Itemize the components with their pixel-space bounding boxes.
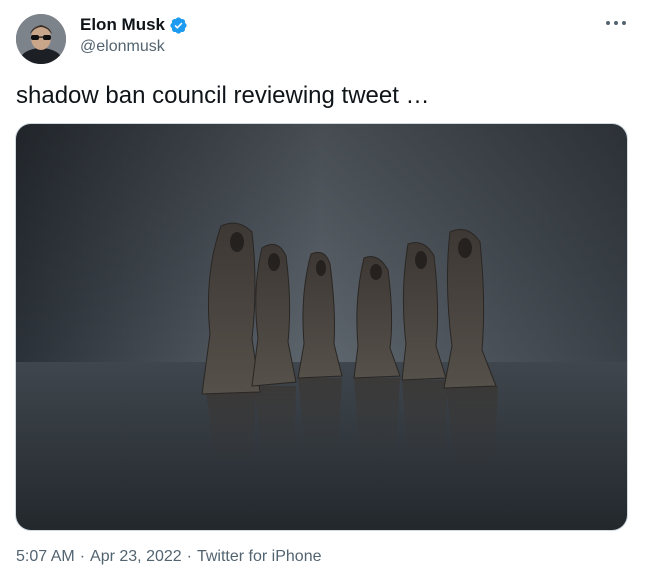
user-handle[interactable]: @elonmusk <box>80 38 188 56</box>
dot <box>606 21 610 25</box>
tweet-date[interactable]: Apr 23, 2022 <box>90 548 182 565</box>
avatar-image <box>16 14 66 64</box>
tweet-source[interactable]: Twitter for iPhone <box>197 548 322 565</box>
tweet-card: Elon Musk @elonmusk shadow ban council r… <box>0 0 648 572</box>
name-row: Elon Musk <box>80 14 188 36</box>
verified-badge-icon <box>169 16 188 35</box>
dot <box>614 21 618 25</box>
author-info: Elon Musk @elonmusk <box>80 14 188 56</box>
more-options-icon[interactable] <box>606 16 626 30</box>
separator: · <box>186 548 192 565</box>
tweet-time[interactable]: 5:07 AM <box>16 548 75 565</box>
display-name[interactable]: Elon Musk <box>80 15 165 35</box>
tweet-metadata: 5:07 AM · Apr 23, 2022 · Twitter for iPhone <box>16 548 321 566</box>
tweet-text: shadow ban council reviewing tweet … <box>16 82 430 109</box>
avatar[interactable] <box>16 14 66 64</box>
hooded-figures-photo <box>16 124 627 530</box>
separator: · <box>79 548 86 565</box>
tweet-media-image[interactable] <box>15 123 628 531</box>
dot <box>622 21 626 25</box>
